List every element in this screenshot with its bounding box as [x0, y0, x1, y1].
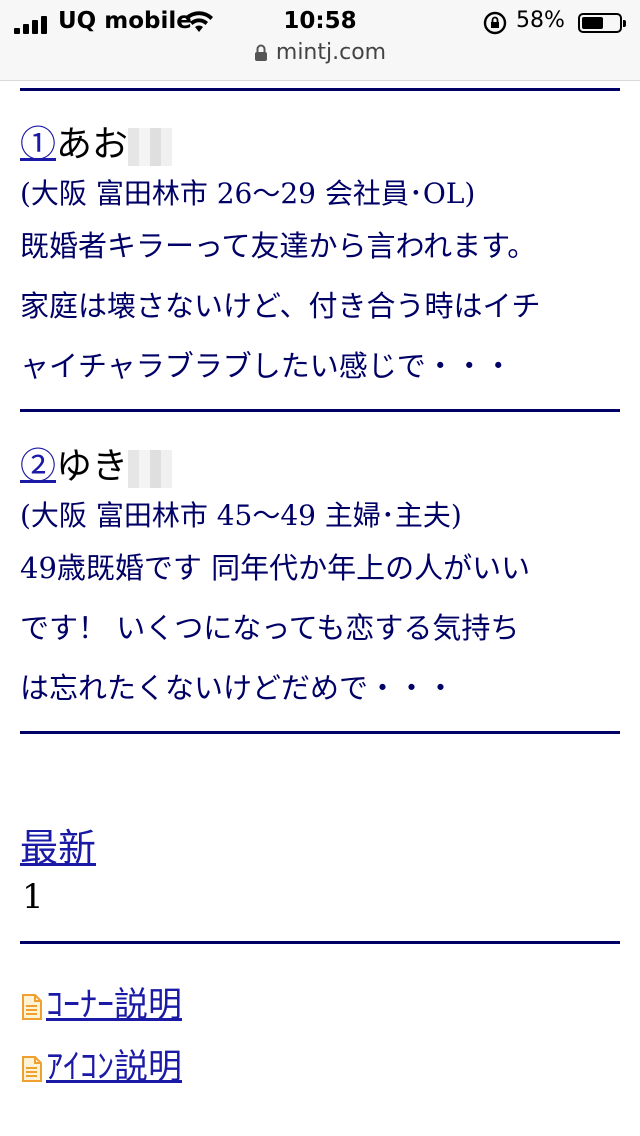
message-line: ャイチャラブラブしたい感じで・・・: [20, 349, 513, 383]
link-label: ｱｲｺﾝ説明: [46, 1047, 182, 1087]
entry-message: 49歳既婚です 同年代か年上の人がいい です！ いくつになっても恋する気持ち は…: [20, 538, 620, 718]
entry-name: あお: [56, 124, 129, 165]
entry-number-link[interactable]: ①: [20, 124, 56, 165]
entry-heading: ②ゆき: [20, 447, 620, 488]
battery-percent: 58%: [516, 8, 565, 33]
entry-number-link[interactable]: ②: [20, 446, 56, 487]
message-line: は忘れたくないけどだめで・・・: [20, 671, 456, 705]
divider: [20, 941, 620, 944]
lock-icon: [254, 44, 267, 61]
document-icon: [22, 994, 42, 1020]
battery-icon: [578, 13, 626, 33]
message-line: 既婚者キラーって友達から言われます。: [20, 229, 537, 263]
divider: [20, 88, 620, 91]
entry-profile: (大阪 富田林市 45～49 主婦･主夫): [20, 499, 462, 532]
entry-heading: ①あお: [20, 125, 620, 166]
divider: [20, 731, 620, 734]
message-line: です！ いくつになっても恋する気持ち: [20, 611, 520, 645]
message-line: 家庭は壊さないけど、付き合う時はイチ: [20, 289, 541, 323]
icon-description-link[interactable]: ｱｲｺﾝ説明: [22, 1039, 182, 1088]
divider: [20, 409, 620, 412]
document-icon: [22, 1056, 42, 1082]
link-label: ｺｰﾅｰ説明: [46, 985, 182, 1025]
entry-name: ゆき: [56, 446, 129, 487]
blurred-name: [128, 450, 173, 488]
latest-link[interactable]: 最新: [20, 817, 96, 872]
profile-entry: ②ゆき (大阪 富田林市 45～49 主婦･主夫) 49歳既婚です 同年代か年上…: [20, 447, 620, 718]
profile-entry: ①あお (大阪 富田林市 26～29 会社員･OL) 既婚者キラーって友達から言…: [20, 125, 620, 396]
corner-description-link[interactable]: ｺｰﾅｰ説明: [22, 977, 182, 1026]
status-bar: UQ mobile 10:58 58% mintj.com: [0, 0, 640, 81]
address-bar[interactable]: mintj.com: [0, 40, 640, 65]
message-line: 49歳既婚です 同年代か年上の人がいい: [20, 551, 531, 585]
rotation-lock-icon: [483, 11, 507, 35]
url-text: mintj.com: [275, 40, 387, 65]
blurred-name: [128, 128, 173, 166]
page-number: 1: [22, 877, 44, 917]
entry-message: 既婚者キラーって友達から言われます。 家庭は壊さないけど、付き合う時はイチ ャイ…: [20, 216, 620, 396]
entry-profile: (大阪 富田林市 26～29 会社員･OL): [20, 177, 476, 210]
